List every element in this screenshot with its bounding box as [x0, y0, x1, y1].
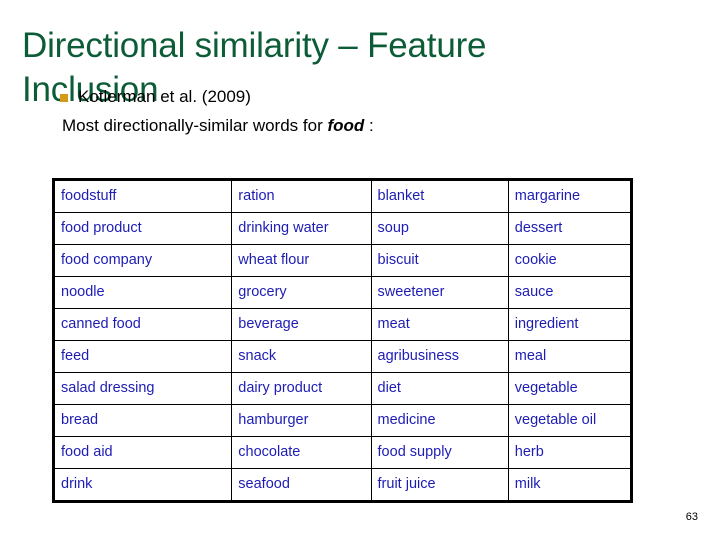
table-row: feed snack agribusiness meal [52, 340, 633, 373]
table-cell: agribusiness [370, 340, 509, 373]
table-cell: canned food [52, 308, 233, 341]
table-row: salad dressing dairy product diet vegeta… [52, 372, 633, 405]
target-word: food [327, 116, 365, 135]
table-cell: fruit juice [370, 468, 509, 502]
table-cell: noodle [52, 276, 233, 309]
table-cell: biscuit [370, 244, 509, 277]
table-cell: beverage [231, 308, 372, 341]
table-row: bread hamburger medicine vegetable oil [52, 404, 633, 437]
table-cell: milk [507, 468, 633, 502]
table-row: foodstuff ration blanket margarine [52, 179, 633, 213]
table-cell: foodstuff [52, 179, 233, 213]
table-cell: cookie [507, 244, 633, 277]
table-row: food aid chocolate food supply herb [52, 436, 633, 469]
table-cell: vegetable [507, 372, 633, 405]
body-content: Kotlerman et al. (2009) Most directional… [56, 86, 656, 138]
table-row: drink seafood fruit juice milk [52, 468, 633, 502]
table-cell: diet [370, 372, 509, 405]
description-prefix: Most directionally-similar words for [62, 116, 328, 135]
table-cell: feed [52, 340, 233, 373]
table-body: foodstuff ration blanket margarine food … [52, 179, 633, 502]
table-cell: blanket [370, 179, 509, 213]
table-cell: meat [370, 308, 509, 341]
table-cell: drinking water [231, 212, 372, 245]
table-cell: ingredient [507, 308, 633, 341]
slide-page-number: 63 [685, 511, 698, 523]
citation-text: Kotlerman et al. (2009) [78, 87, 251, 106]
table-cell: meal [507, 340, 633, 373]
table-cell: medicine [370, 404, 509, 437]
table-cell: food supply [370, 436, 509, 469]
table-cell: seafood [231, 468, 372, 502]
table-cell: wheat flour [231, 244, 372, 277]
square-bullet-icon [60, 94, 68, 102]
table-cell: snack [231, 340, 372, 373]
table-cell: food product [52, 212, 233, 245]
table-cell: sweetener [370, 276, 509, 309]
table-cell: chocolate [231, 436, 372, 469]
bullet-item-citation: Kotlerman et al. (2009) [56, 86, 656, 108]
table-cell: drink [52, 468, 233, 502]
table-cell: soup [370, 212, 509, 245]
description-suffix: : [364, 116, 374, 135]
table-row: food product drinking water soup dessert [52, 212, 633, 245]
table-cell: grocery [231, 276, 372, 309]
table-cell: sauce [507, 276, 633, 309]
table-cell: dessert [507, 212, 633, 245]
table-cell: margarine [507, 179, 633, 213]
table-cell: salad dressing [52, 372, 233, 405]
table-row: noodle grocery sweetener sauce [52, 276, 633, 309]
table-cell: bread [52, 404, 233, 437]
table-row: canned food beverage meat ingredient [52, 308, 633, 341]
table-cell: hamburger [231, 404, 372, 437]
table-cell: dairy product [231, 372, 372, 405]
similar-words-table: foodstuff ration blanket margarine food … [52, 178, 633, 503]
table-row: food company wheat flour biscuit cookie [52, 244, 633, 277]
sub-bullet-description: Most directionally-similar words for foo… [56, 114, 656, 138]
table-cell: food company [52, 244, 233, 277]
table-cell: ration [231, 179, 372, 213]
table-cell: food aid [52, 436, 233, 469]
table-cell: vegetable oil [507, 404, 633, 437]
table-cell: herb [507, 436, 633, 469]
